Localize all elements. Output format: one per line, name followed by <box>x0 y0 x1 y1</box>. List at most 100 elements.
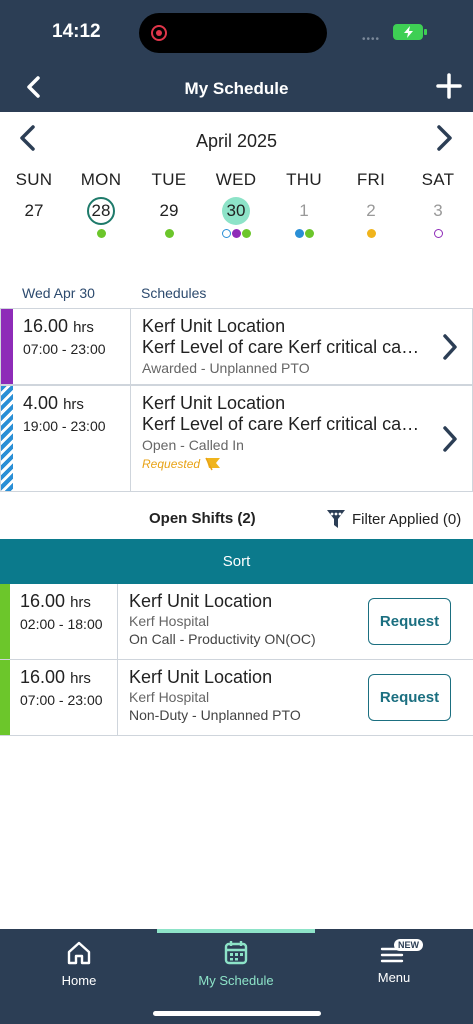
day-dots <box>338 229 404 239</box>
sort-button[interactable]: Sort <box>0 539 473 584</box>
shift-info: Kerf Unit Location Kerf Hospital On Call… <box>129 591 353 647</box>
day-name: THU <box>286 170 322 189</box>
day-sat[interactable]: SAT 3 <box>405 170 471 239</box>
dynamic-island <box>139 13 327 53</box>
shift-info: Kerf Unit Location Kerf Level of care Ke… <box>142 393 422 471</box>
shift-hours: 4.00 hrs 19:00 - 23:00 <box>13 386 131 491</box>
request-button[interactable]: Request <box>368 674 451 721</box>
month-label: April 2025 <box>195 131 278 151</box>
shift-info: Kerf Unit Location Kerf Level of care Ke… <box>142 316 422 376</box>
charging-bolt-icon <box>404 26 413 38</box>
tab-menu[interactable]: NEW Menu <box>334 939 454 985</box>
plus-icon[interactable] <box>436 73 462 99</box>
shift-time: 07:00 - 23:00 <box>20 692 103 708</box>
chevron-right-icon[interactable] <box>441 425 459 453</box>
battery-tip <box>424 29 427 35</box>
shift-type: On Call - Productivity ON(OC) <box>129 631 316 647</box>
day-name: TUE <box>151 170 187 189</box>
tab-label: Home <box>61 973 97 988</box>
shift-dot <box>241 229 251 238</box>
nav-bar: My Schedule <box>0 62 473 112</box>
shift-type: Non-Duty - Unplanned PTO <box>129 707 301 723</box>
calendar-icon <box>224 941 248 965</box>
day-tue[interactable]: TUE 29 <box>136 170 202 239</box>
open-shifts-header: Open Shifts (2) Filter Applied (0) <box>0 506 473 532</box>
day-number: 3 <box>433 201 443 220</box>
schedules-column-label: Schedules <box>141 285 207 301</box>
status-color-bar <box>1 386 13 491</box>
shift-dot <box>433 229 443 238</box>
tab-label: Menu <box>377 970 411 985</box>
shift-location: Kerf Unit Location <box>142 393 286 413</box>
status-color-bar <box>0 584 10 659</box>
hours-value: 16.00 <box>23 316 69 336</box>
day-dots <box>68 229 134 239</box>
day-mon[interactable]: MON 28 <box>68 170 134 239</box>
day-dots <box>136 229 202 239</box>
schedule-card[interactable]: 16.00 hrs 07:00 - 23:00 Kerf Unit Locati… <box>0 308 473 385</box>
day-number-today: 28 <box>87 197 115 225</box>
menu-icon-wrapper: NEW <box>380 939 423 967</box>
shift-dot <box>304 229 314 238</box>
status-time: 14:12 <box>52 21 101 42</box>
day-dots <box>203 229 269 239</box>
page-title: My Schedule <box>184 79 289 98</box>
active-tab-indicator <box>157 929 315 933</box>
requested-label: Requested <box>142 457 201 471</box>
flag-icon <box>205 457 221 471</box>
selected-date-label: Wed Apr 30 <box>22 285 95 301</box>
shift-location: Kerf Unit Location <box>142 316 286 336</box>
schedules-header: Wed Apr 30 Schedules <box>0 285 473 305</box>
day-sun[interactable]: SUN 27 <box>1 170 67 239</box>
day-dots <box>271 229 337 239</box>
shift-hours: 16.00 hrs 07:00 - 23:00 <box>13 309 131 384</box>
status-color-bar <box>0 660 10 735</box>
tab-label: My Schedule <box>198 973 274 988</box>
day-name: WED <box>215 170 257 189</box>
hours-unit: hrs <box>73 319 94 336</box>
filter-button[interactable]: Filter Applied (0) <box>326 508 461 530</box>
hours-unit: hrs <box>63 396 84 413</box>
day-dots <box>405 229 471 239</box>
filter-label: Filter Applied (0) <box>352 510 462 528</box>
new-badge: NEW <box>394 939 423 951</box>
hours-value: 4.00 <box>23 393 59 413</box>
schedule-card[interactable]: 4.00 hrs 19:00 - 23:00 Kerf Unit Locatio… <box>0 385 473 492</box>
shift-facility: Kerf Hospital <box>129 689 210 705</box>
status-bar: 14:12 •••• <box>0 0 473 62</box>
day-number: 27 <box>24 201 44 220</box>
shift-detail: Kerf Level of care Kerf critical care un… <box>142 337 422 357</box>
day-number: 29 <box>159 201 179 220</box>
shift-status: Awarded - Unplanned PTO <box>142 360 310 376</box>
request-button[interactable]: Request <box>368 598 451 645</box>
day-thu[interactable]: THU 1 <box>271 170 337 239</box>
hours-unit: hrs <box>70 670 91 687</box>
hours-value: 16.00 <box>20 667 66 687</box>
day-fri[interactable]: FRI 2 <box>338 170 404 239</box>
day-name: SAT <box>421 170 455 189</box>
next-month-icon[interactable] <box>432 124 456 152</box>
shift-time: 07:00 - 23:00 <box>23 341 106 357</box>
tab-home[interactable]: Home <box>19 939 139 988</box>
day-name: FRI <box>356 170 386 189</box>
tab-my-schedule[interactable]: My Schedule <box>176 939 296 988</box>
shift-dot <box>221 229 231 238</box>
signal-icon: •••• <box>362 34 381 45</box>
day-dots <box>1 229 67 239</box>
open-shifts-title: Open Shifts (2) <box>149 510 256 527</box>
shift-dot <box>294 229 304 238</box>
shift-facility: Kerf Hospital <box>129 613 210 629</box>
requested-tag: Requested <box>142 457 422 471</box>
shift-dot <box>96 229 106 238</box>
day-wed[interactable]: WED 30 <box>203 170 269 239</box>
shift-dot <box>366 229 376 238</box>
open-shift-card[interactable]: 16.00 hrs 02:00 - 18:00 Kerf Unit Locati… <box>0 584 473 660</box>
day-name: MON <box>80 170 122 189</box>
shift-dot <box>231 229 241 238</box>
tab-bar: Home My Schedule NEW Menu <box>0 929 473 1024</box>
chevron-right-icon[interactable] <box>441 333 459 361</box>
open-shift-card[interactable]: 16.00 hrs 07:00 - 23:00 Kerf Unit Locati… <box>0 660 473 736</box>
shift-location: Kerf Unit Location <box>129 591 273 611</box>
recording-icon <box>151 25 167 41</box>
shift-hours: 16.00 hrs 02:00 - 18:00 <box>10 584 118 659</box>
